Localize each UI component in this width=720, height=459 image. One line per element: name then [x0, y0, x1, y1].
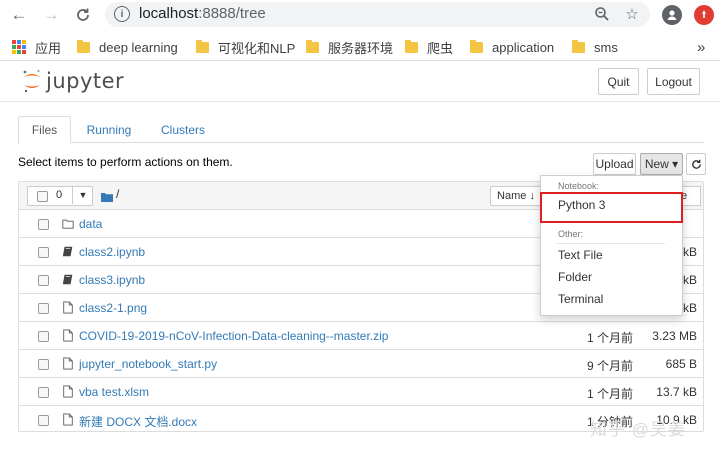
notebook-section-header: Notebook:	[558, 181, 600, 191]
highlight-box	[540, 192, 683, 223]
list-item[interactable]: COVID-19-2019-nCoV-Infection-Data-cleani…	[19, 322, 703, 350]
new-terminal[interactable]: Terminal	[558, 292, 603, 306]
bookmark-application[interactable]: application	[470, 38, 554, 56]
row-checkbox[interactable]	[38, 219, 49, 230]
row-checkbox[interactable]	[38, 275, 49, 286]
file-icon	[63, 329, 73, 342]
profile-avatar-icon[interactable]	[662, 5, 682, 25]
back-icon[interactable]: ←	[8, 4, 30, 26]
file-icon	[63, 357, 73, 370]
zoom-icon[interactable]	[593, 5, 611, 23]
file-icon	[63, 385, 73, 398]
bookmark-visualization-nlp[interactable]: 可视化和NLP	[196, 38, 295, 56]
browser-toolbar: ← → i localhost:8888/tree ☆	[0, 0, 720, 30]
notebook-icon	[62, 246, 73, 257]
caret-down-icon[interactable]: ▼	[72, 186, 93, 204]
menu-divider	[557, 243, 665, 244]
tab-clusters[interactable]: Clusters	[150, 116, 216, 143]
apps-grid-icon	[12, 40, 26, 54]
bookmark-sms[interactable]: sms	[572, 38, 618, 56]
tab-running[interactable]: Running	[78, 116, 140, 143]
selection-hint: Select items to perform actions on them.	[18, 155, 233, 169]
list-item[interactable]: vba test.xlsm 1 个月前 13.7 kB	[19, 378, 703, 406]
bookmark-crawler[interactable]: 爬虫	[405, 38, 453, 56]
address-bar[interactable]: i localhost:8888/tree ☆	[105, 2, 650, 27]
new-folder[interactable]: Folder	[558, 270, 592, 284]
bookmark-deep-learning[interactable]: deep learning	[77, 38, 178, 56]
jupyter-logo[interactable]: jupyter	[22, 68, 124, 94]
watermark: 知乎 @吴姜	[590, 420, 686, 439]
other-section-header: Other:	[558, 229, 584, 239]
new-button[interactable]: New ▾	[640, 153, 683, 175]
row-checkbox[interactable]	[38, 303, 49, 314]
selected-count: 0	[56, 189, 63, 201]
info-icon[interactable]: i	[114, 6, 130, 22]
folder-icon	[405, 39, 418, 53]
folder-icon	[306, 39, 319, 53]
extension-icon[interactable]	[694, 5, 714, 25]
sort-by-name-button[interactable]: Name ↓	[490, 186, 542, 206]
refresh-button[interactable]	[686, 153, 706, 175]
reload-icon[interactable]	[72, 4, 94, 26]
row-checkbox[interactable]	[38, 359, 49, 370]
file-icon	[63, 413, 73, 426]
tab-files[interactable]: Files	[18, 116, 71, 144]
bookmark-apps[interactable]: 应用	[12, 38, 61, 56]
row-checkbox[interactable]	[38, 247, 49, 258]
select-all-checkbox[interactable]	[37, 191, 48, 202]
bookmark-star-icon[interactable]: ☆	[623, 5, 641, 23]
logout-button[interactable]: Logout	[647, 68, 700, 95]
list-item[interactable]: jupyter_notebook_start.py 9 个月前 685 B	[19, 350, 703, 378]
jupyter-header: jupyter Quit Logout	[0, 62, 720, 102]
folder-icon	[470, 39, 483, 53]
jupyter-logo-icon	[22, 68, 42, 94]
forward-icon[interactable]: →	[40, 4, 62, 26]
bookmarks-bar: 应用 deep learning 可视化和NLP 服务器环境 爬虫 applic…	[0, 31, 720, 61]
url-text: localhost:8888/tree	[139, 5, 266, 22]
notebook-icon	[62, 274, 73, 285]
new-text-file[interactable]: Text File	[558, 248, 603, 262]
bookmarks-overflow[interactable]: »	[697, 38, 705, 56]
folder-icon	[62, 219, 74, 229]
quit-button[interactable]: Quit	[598, 68, 639, 95]
row-checkbox[interactable]	[38, 415, 49, 426]
breadcrumb-path[interactable]: /	[116, 187, 119, 201]
folder-icon	[77, 39, 90, 53]
row-checkbox[interactable]	[38, 331, 49, 342]
upload-button[interactable]: Upload	[593, 153, 636, 175]
tab-bar: Files Running Clusters	[18, 116, 704, 144]
folder-path-icon[interactable]	[101, 189, 113, 202]
folder-icon	[572, 39, 585, 53]
select-all-dropdown[interactable]: 0 ▼	[27, 186, 93, 206]
folder-icon	[196, 39, 209, 53]
refresh-icon	[691, 159, 701, 169]
row-checkbox[interactable]	[38, 387, 49, 398]
bookmark-server-env[interactable]: 服务器环境	[306, 38, 393, 56]
file-icon	[63, 301, 73, 314]
